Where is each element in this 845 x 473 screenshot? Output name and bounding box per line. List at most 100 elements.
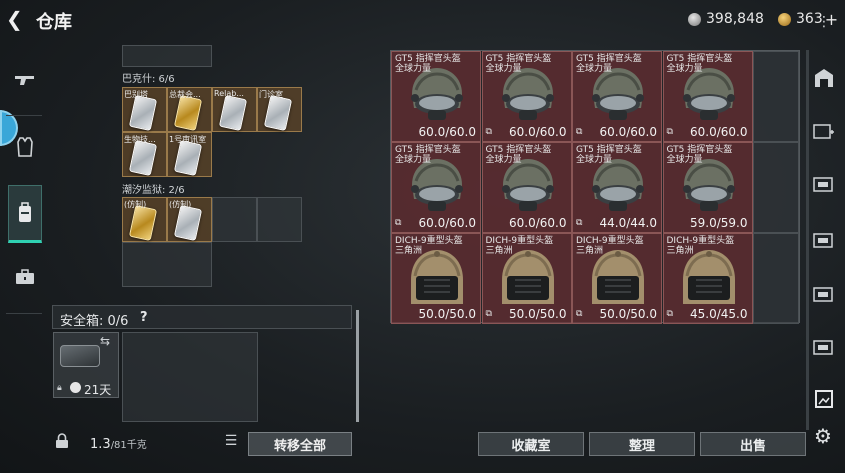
carry-weight: 1.3/81千克 (90, 436, 147, 452)
gear-icon[interactable]: ⚙ (814, 424, 832, 448)
section-label-tidal-prison: 潮汐监狱: 2/6 (122, 185, 185, 196)
item-label: (仿制) (124, 200, 147, 209)
item-subtitle: 全球力量 (666, 64, 703, 74)
bound-icon: ⧉ (576, 309, 583, 319)
weight-value: 1.3 (90, 437, 111, 452)
item-durability: 44.0/44.0 (599, 216, 657, 230)
item-subtitle: 全球力量 (666, 155, 703, 165)
menu-dots-icon[interactable]: ⋮ (810, 8, 838, 36)
item-subtitle: 全球力量 (576, 64, 613, 74)
item-subtitle: 全球力量 (395, 155, 432, 165)
swap-icon[interactable]: ⇆ (100, 334, 110, 348)
helmet-item-slot[interactable]: GT5 指挥官头盔 全球力量 60.0/60.0 (391, 51, 481, 142)
helmet-item-slot[interactable]: GT5 指挥官头盔 全球力量 ⧉ 60.0/60.0 (662, 51, 753, 142)
tv-box-icon[interactable] (810, 280, 838, 308)
item-label: 巴别塔 (124, 90, 148, 99)
empty-slot[interactable] (257, 197, 302, 242)
silver-currency: 398,848 (688, 10, 764, 28)
silver-amount: 398,848 (706, 11, 764, 27)
item-subtitle: 三角洲 (666, 246, 694, 256)
list-view-icon[interactable]: ☰ (220, 433, 242, 455)
helmet-item-slot[interactable]: GT5 指挥官头盔 全球力量 ⧉ 60.0/60.0 (391, 142, 481, 233)
add-tv-icon[interactable] (810, 117, 838, 145)
helmet-item-slot[interactable]: GT5 指挥官头盔 全球力量 60.0/60.0 (481, 142, 572, 233)
weight-unit: /81千克 (110, 440, 147, 451)
item-durability: 45.0/45.0 (690, 307, 748, 321)
item-name: GT5 指挥官头盔 (666, 54, 733, 64)
item-subtitle: 全球力量 (576, 155, 613, 165)
item-name: GT5 指挥官头盔 (666, 145, 733, 155)
scrollbar[interactable] (356, 310, 359, 422)
section-label-bakshi: 巴克什: 6/6 (122, 74, 175, 85)
helmet-item-slot[interactable]: GT5 指挥官头盔 全球力量 ⧉ 44.0/44.0 (572, 142, 662, 233)
screenshot-icon[interactable] (810, 385, 838, 413)
lock-icon[interactable] (55, 433, 75, 453)
helmet-item-slot[interactable]: GT5 指挥官头盔 全球力量 59.0/59.0 (662, 142, 753, 233)
item-name: GT5 指挥官头盔 (395, 54, 461, 64)
scrollbar[interactable] (806, 50, 809, 430)
item-durability: 50.0/50.0 (418, 307, 476, 321)
vest-icon[interactable] (8, 130, 42, 164)
item-name: DICH-9重型头盔 (576, 236, 644, 246)
item-subtitle: 三角洲 (576, 246, 604, 256)
item-label: 总裁会... (169, 90, 201, 99)
item-name: GT5 指挥官头盔 (485, 145, 552, 155)
backpack-icon[interactable] (8, 185, 42, 243)
sort-button[interactable]: 整理 (589, 432, 695, 456)
bound-icon: ⧉ (485, 127, 492, 137)
item-name: DICH-9重型头盔 (666, 236, 735, 246)
bound-icon: ⧉ (576, 218, 583, 228)
empty-slot[interactable] (753, 142, 799, 233)
empty-slot[interactable] (753, 233, 799, 324)
tv-box-icon[interactable] (810, 226, 838, 254)
gun-icon[interactable] (8, 63, 42, 97)
collection-room-button[interactable]: 收藏室 (478, 432, 584, 456)
bound-icon: ⧉ (576, 127, 583, 137)
safe-box-grid[interactable] (122, 332, 258, 422)
storage-room-icon[interactable] (810, 64, 838, 92)
item-name: DICH-9重型头盔 (395, 236, 463, 246)
safe-box-label: 安全箱: 0/6 (60, 314, 129, 329)
left-nav (0, 45, 44, 465)
bound-icon: ⧉ (395, 218, 402, 228)
bound-icon: ⧉ (666, 309, 673, 319)
helmet-item-slot[interactable]: GT5 指挥官头盔 全球力量 ⧉ 60.0/60.0 (481, 51, 572, 142)
item-durability: 50.0/50.0 (599, 307, 657, 321)
item-label: 生物技... (124, 135, 156, 144)
item-durability: 60.0/60.0 (509, 216, 567, 230)
item-label: Relab... (214, 89, 244, 98)
help-icon[interactable]: ? (140, 310, 148, 325)
nav-divider (6, 115, 42, 116)
sell-button[interactable]: 出售 (700, 432, 806, 456)
safe-case-icon (60, 345, 100, 367)
tv-box-icon[interactable] (810, 170, 838, 198)
transfer-all-button[interactable]: 转移全部 (248, 432, 352, 456)
item-durability: 50.0/50.0 (509, 307, 567, 321)
item-label: (仿制) (169, 200, 192, 209)
helmet-item-slot[interactable]: GT5 指挥官头盔 全球力量 ⧉ 60.0/60.0 (572, 51, 662, 142)
item-name: GT5 指挥官头盔 (395, 145, 461, 155)
item-durability: 60.0/60.0 (690, 125, 748, 139)
item-durability: 60.0/60.0 (509, 125, 567, 139)
helmet-item-slot[interactable]: DICH-9重型头盔 三角洲 ⧉ 50.0/50.0 (572, 233, 662, 324)
helmet-item-slot[interactable]: DICH-9重型头盔 三角洲 ⧉ 45.0/45.0 (662, 233, 753, 324)
tv-box-icon[interactable] (810, 333, 838, 361)
empty-slot[interactable] (753, 51, 799, 142)
item-name: GT5 指挥官头盔 (576, 145, 642, 155)
item-label: 门诊室 (259, 90, 283, 99)
helmet-item-slot[interactable]: DICH-9重型头盔 三角洲 50.0/50.0 (391, 233, 481, 324)
item-durability: 60.0/60.0 (599, 125, 657, 139)
item-durability: 60.0/60.0 (418, 216, 476, 230)
empty-slot[interactable] (122, 242, 212, 287)
nav-divider (6, 313, 42, 314)
container-slot (122, 45, 212, 67)
briefcase-icon[interactable] (8, 260, 42, 294)
page-title: 仓库 (36, 12, 72, 33)
gold-coin-icon (778, 12, 791, 26)
item-subtitle: 全球力量 (395, 64, 432, 74)
back-arrow-icon[interactable]: ❮ (6, 8, 28, 30)
empty-slot[interactable] (212, 197, 257, 242)
item-name: GT5 指挥官头盔 (485, 54, 552, 64)
helmet-item-slot[interactable]: DICH-9重型头盔 三角洲 ⧉ 50.0/50.0 (481, 233, 572, 324)
safe-days-remaining: 21天 (84, 383, 112, 397)
